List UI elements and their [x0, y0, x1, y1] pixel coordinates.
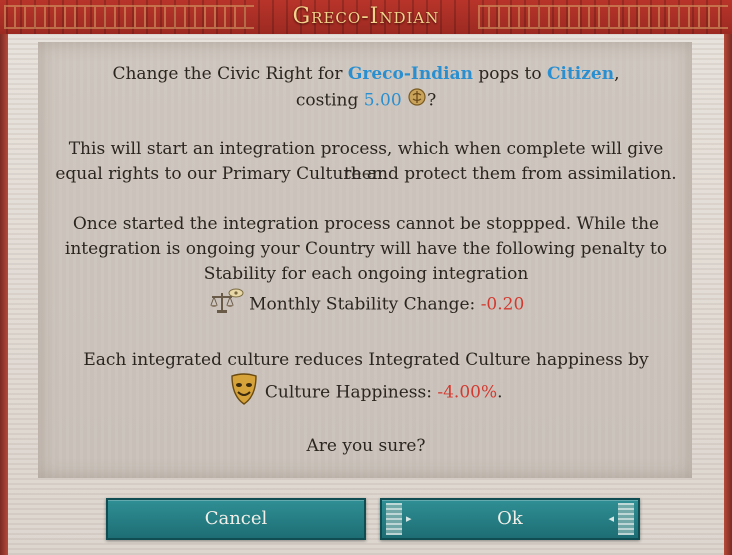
frame-border-right [724, 34, 732, 555]
cost-line: costing 5.00 ? [50, 87, 682, 115]
civic-right-name: Citizen [546, 64, 615, 84]
culture-name: Greco-Indian [347, 64, 473, 84]
arrow-left-icon: ◂ [608, 512, 614, 525]
integration-text-2: equal rights to our Primary Culture and … [55, 164, 677, 184]
stability-modifier-line: Monthly Stability Change: -0.20 [50, 287, 682, 323]
cancel-button-label: Cancel [204, 508, 268, 529]
ok-button[interactable]: ▸ Ok ◂ [380, 498, 640, 540]
penalty-text-3: Stability for each ongoing integration [203, 264, 529, 284]
penalty-text-2: integration is ongoing your Country will… [64, 239, 668, 259]
theater-mask-icon [229, 372, 259, 414]
confirm-question: Are you sure? [306, 436, 426, 456]
button-ornament-left [386, 503, 402, 535]
happiness-value: -4.00% [437, 382, 498, 403]
ok-button-label: Ok [497, 508, 523, 529]
civic-right-line: Change the Civic Right for Greco-Indian … [112, 64, 620, 84]
frame-border-left [0, 34, 8, 555]
dialog-title: Greco-Indian [292, 4, 440, 29]
penalty-text-1: Once started the integration process can… [72, 214, 660, 234]
scales-stability-icon [208, 287, 244, 323]
arrow-right-icon: ▸ [406, 512, 412, 525]
button-ornament-right [618, 503, 634, 535]
cost-value: 5.00 [363, 90, 402, 111]
stability-value: -0.20 [480, 294, 525, 315]
happiness-text: Each integrated culture reduces Integrat… [83, 350, 649, 370]
happiness-modifier-line: Culture Happiness: -4.00%. [50, 372, 682, 414]
political-influence-icon [407, 87, 427, 115]
cancel-button[interactable]: Cancel [106, 498, 366, 540]
